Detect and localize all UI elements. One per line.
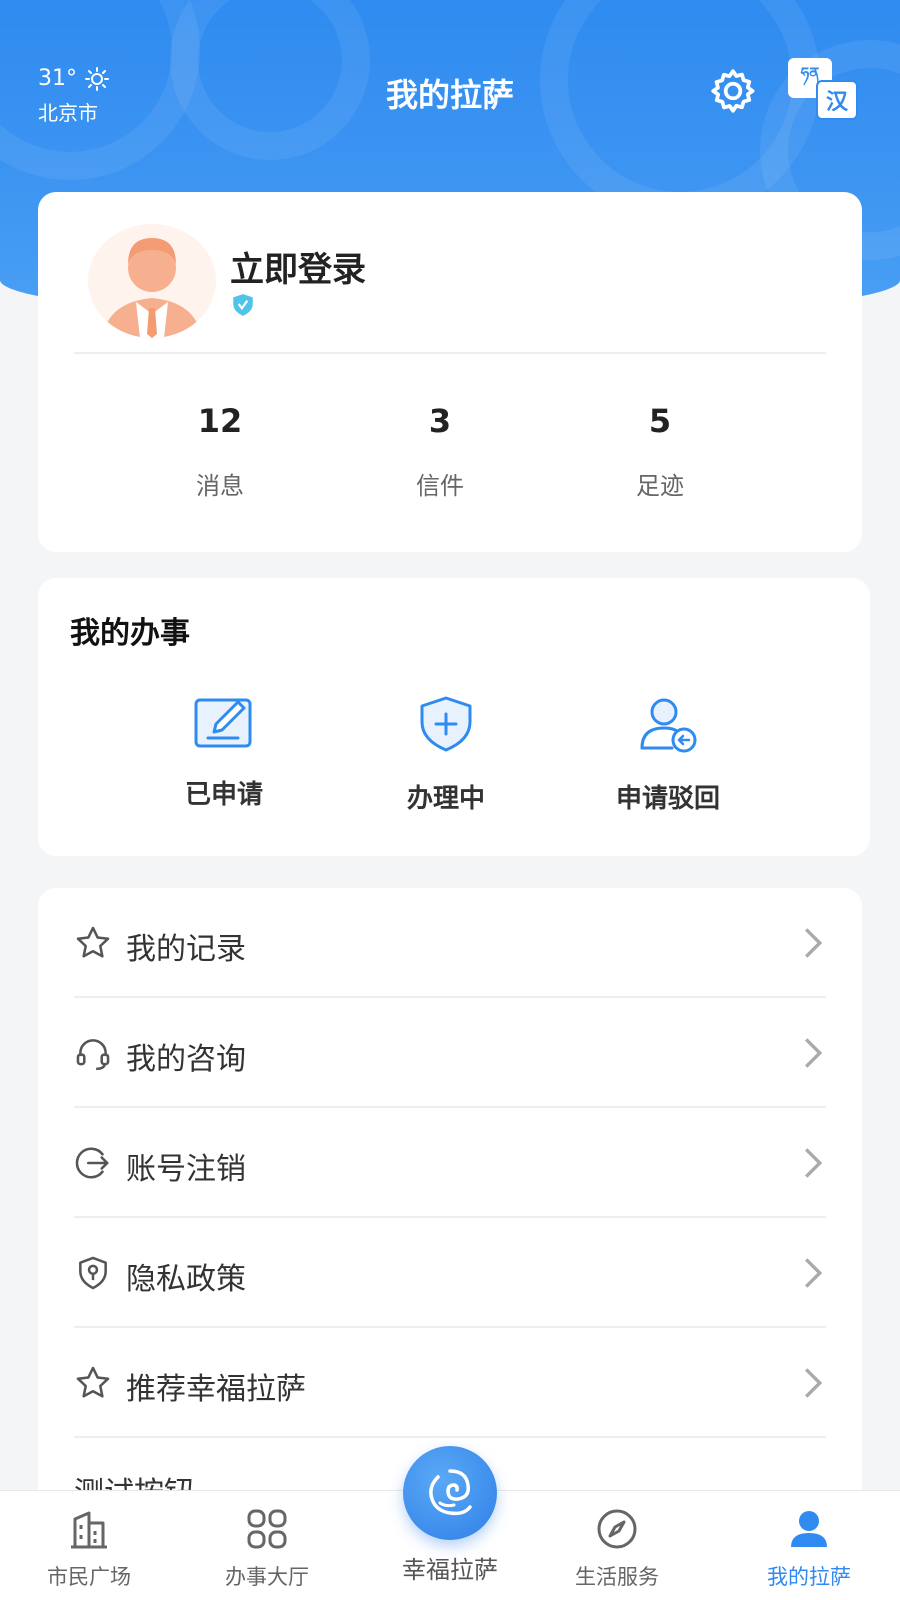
verified-shield-icon — [233, 294, 253, 316]
chevron-right-icon — [804, 1148, 823, 1178]
chevron-right-icon — [804, 928, 823, 958]
login-link[interactable]: 立即登录 — [230, 242, 366, 291]
tab-label: 办事大厅 — [225, 1565, 309, 1589]
tab-my-lhasa[interactable]: 我的拉萨 — [734, 1505, 884, 1591]
affair-rejected[interactable]: 申请驳回 — [578, 694, 758, 815]
tab-service-hall[interactable]: 办事大厅 — [192, 1505, 342, 1591]
stat-footprints[interactable]: 5 足迹 — [580, 402, 740, 501]
menu-item-label: 隐私政策 — [126, 1262, 246, 1297]
menu-item-label: 账号注销 — [126, 1152, 246, 1187]
star-icon — [76, 926, 110, 958]
affair-processing[interactable]: 办理中 — [356, 694, 536, 815]
affair-label: 申请驳回 — [615, 784, 720, 814]
language-switch-button[interactable]: ཧན 汉 — [788, 58, 860, 120]
building-icon — [71, 1511, 107, 1549]
menu-item-my-records[interactable]: 我的记录 — [38, 888, 862, 998]
stat-messages[interactable]: 12 消息 — [140, 402, 300, 501]
tab-label: 我的拉萨 — [767, 1565, 851, 1589]
stat-label: 足迹 — [636, 472, 684, 500]
user-return-icon — [640, 698, 697, 753]
avatar[interactable] — [88, 224, 216, 338]
tab-life-services[interactable]: 生活服务 — [542, 1505, 692, 1591]
menu-list-card: 我的记录 我的咨询 账号注销 隐私政策 推荐幸福拉萨 — [38, 888, 862, 1528]
shield-plus-icon — [420, 696, 472, 752]
menu-item-recommend[interactable]: 推荐幸福拉萨 — [38, 1328, 862, 1438]
menu-item-label: 我的记录 — [126, 932, 246, 967]
chevron-right-icon — [804, 1368, 823, 1398]
star-icon — [76, 1366, 110, 1398]
logout-icon — [75, 1147, 109, 1179]
my-affairs-card: 我的办事 已申请 办理中 申请驳回 — [38, 578, 870, 856]
stat-label: 信件 — [416, 472, 464, 500]
default-avatar-icon — [102, 238, 202, 338]
tab-label: 生活服务 — [575, 1565, 659, 1589]
profile-card: 立即登录 12 消息 3 信件 5 足迹 — [38, 192, 862, 552]
tab-citizen-plaza[interactable]: 市民广场 — [14, 1505, 164, 1591]
affair-label: 已申请 — [184, 780, 263, 810]
edit-icon — [194, 698, 252, 748]
section-title: 我的办事 — [70, 616, 190, 651]
chinese-label: 汉 — [816, 80, 858, 120]
lhasa-logo-icon — [403, 1446, 497, 1540]
stat-value: 3 — [428, 402, 452, 440]
menu-item-label: 推荐幸福拉萨 — [126, 1372, 306, 1407]
tab-happy-lhasa[interactable]: 幸福拉萨 — [380, 1446, 520, 1585]
chevron-right-icon — [804, 1038, 823, 1068]
tab-label: 幸福拉萨 — [402, 1556, 498, 1584]
menu-item-my-consultation[interactable]: 我的咨询 — [38, 998, 862, 1108]
user-icon — [791, 1511, 827, 1547]
stats-row: 12 消息 3 信件 5 足迹 — [38, 402, 862, 512]
stat-value: 5 — [648, 402, 672, 440]
divider — [74, 352, 826, 354]
menu-item-privacy-policy[interactable]: 隐私政策 — [38, 1218, 862, 1328]
chevron-right-icon — [804, 1258, 823, 1288]
compass-icon — [597, 1509, 637, 1549]
affair-label: 办理中 — [406, 784, 485, 814]
menu-item-account-cancel[interactable]: 账号注销 — [38, 1108, 862, 1218]
affair-applied[interactable]: 已申请 — [134, 694, 314, 811]
shield-key-icon — [79, 1256, 107, 1290]
stat-label: 消息 — [196, 472, 244, 500]
gear-icon[interactable] — [708, 66, 758, 116]
page-title: 我的拉萨 — [385, 76, 514, 114]
headset-icon — [76, 1039, 110, 1071]
tab-label: 市民广场 — [47, 1565, 131, 1589]
stat-letters[interactable]: 3 信件 — [360, 402, 520, 501]
menu-item-label: 我的咨询 — [126, 1042, 246, 1077]
grid-icon — [247, 1509, 287, 1549]
stat-value: 12 — [197, 402, 243, 440]
